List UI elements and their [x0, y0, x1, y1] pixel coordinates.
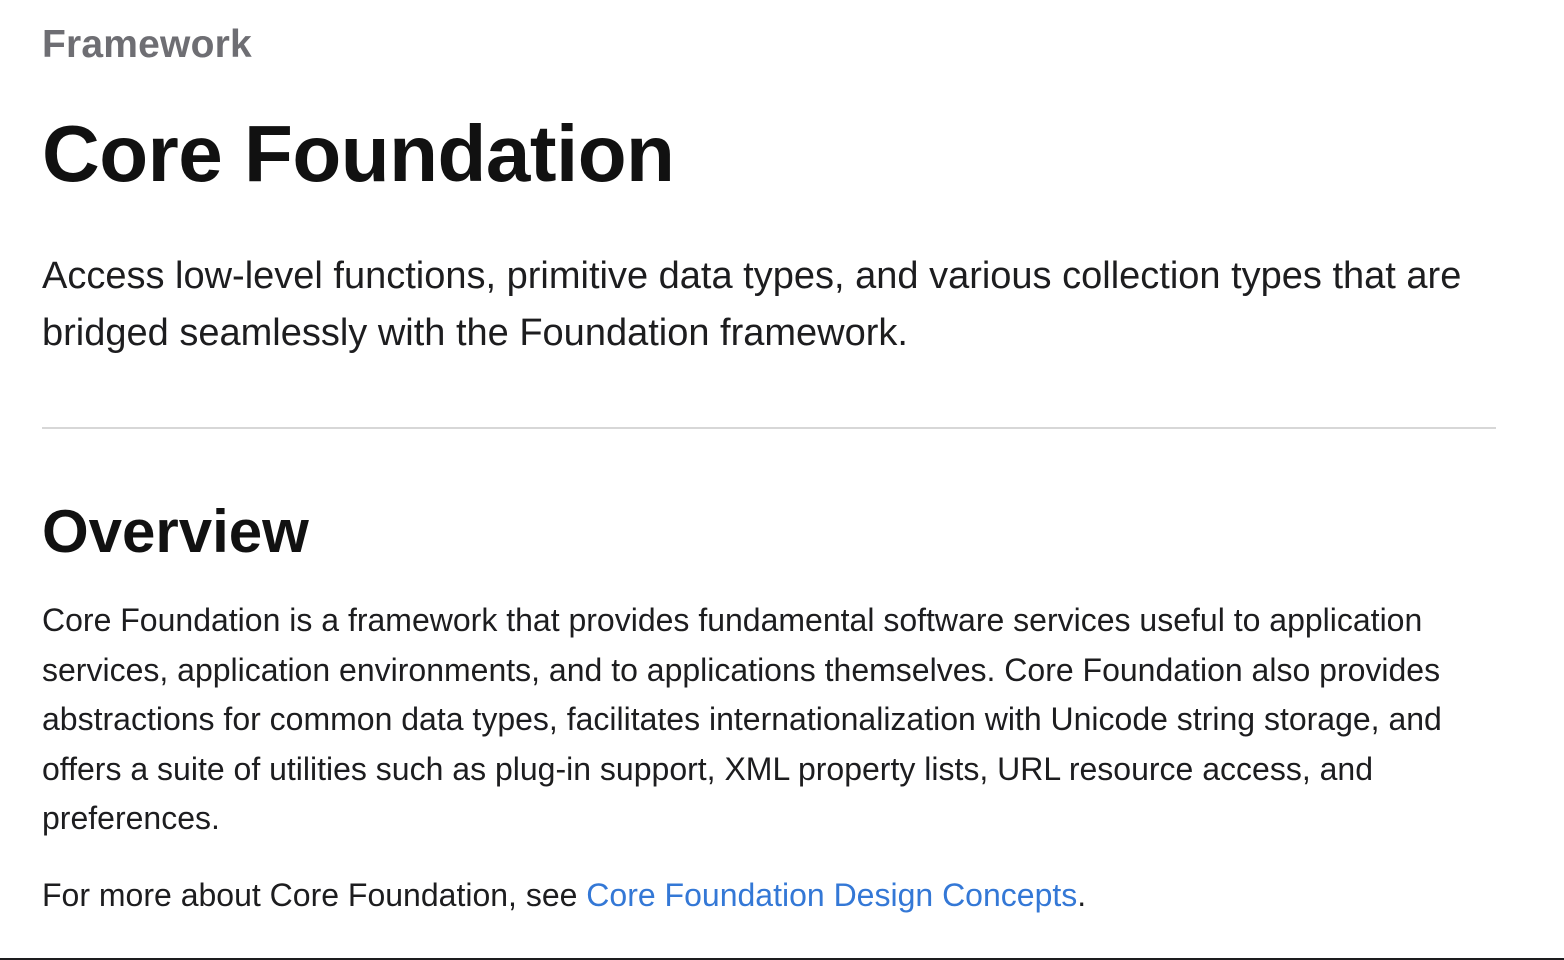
- page-title: Core Foundation: [42, 109, 675, 198]
- overview-paragraph: Core Foundation is a framework that prov…: [42, 602, 1442, 836]
- more-info-paragraph: For more about Core Foundation, see Core…: [42, 872, 1500, 918]
- core-foundation-design-concepts-link[interactable]: Core Foundation Design Concepts: [586, 877, 1077, 913]
- overview-heading: Overview: [42, 498, 309, 565]
- framework-eyebrow: Framework: [42, 23, 252, 66]
- section-divider: [42, 427, 1496, 429]
- framework-abstract: Access low-level functions, primitive da…: [42, 255, 1462, 354]
- more-info-prefix: For more about Core Foundation, see: [42, 877, 587, 913]
- more-info-suffix: .: [1077, 877, 1087, 913]
- documentation-page: Framework Core Foundation Access low-lev…: [42, 0, 1496, 958]
